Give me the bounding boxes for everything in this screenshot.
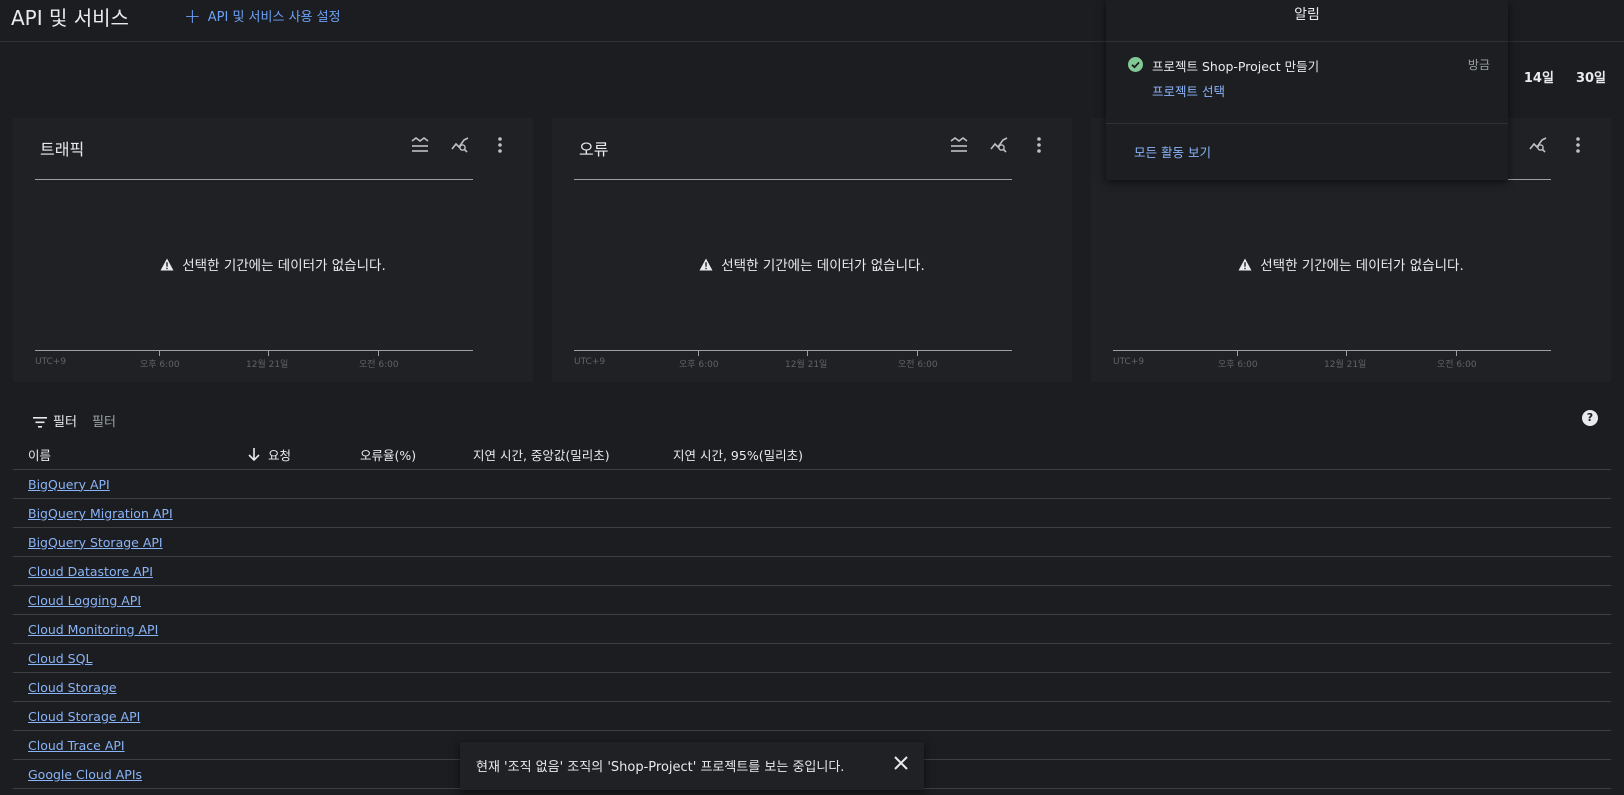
card-title: 트래픽 xyxy=(40,140,85,159)
api-link[interactable]: Cloud Datastore API xyxy=(13,564,153,579)
tick-label: 오전 6:00 xyxy=(1437,360,1477,370)
range-option-30d[interactable]: 30일 xyxy=(1576,67,1606,86)
tick-label: 12월 21일 xyxy=(246,360,289,370)
api-table: 이름 요청 오류율(%) 지연 시간, 중앙값(밀리초) 지연 시간, 95%(… xyxy=(13,440,1611,789)
notifications-title: 알림 xyxy=(1294,7,1320,23)
card-title: 오류 xyxy=(579,140,609,159)
api-link[interactable]: BigQuery API xyxy=(13,477,110,492)
more-options-icon[interactable] xyxy=(1028,134,1050,156)
legend-toggle-icon[interactable] xyxy=(409,134,431,156)
tick-label: UTC+9 xyxy=(1113,357,1145,367)
table-row: Cloud Storage API xyxy=(13,701,1611,731)
api-link[interactable]: Cloud SQL xyxy=(13,651,92,666)
notification-time: 방금 xyxy=(1467,58,1490,72)
more-options-icon[interactable] xyxy=(489,134,511,156)
tick-label: 오후 6:00 xyxy=(140,360,180,370)
filter-bar: 필터 필터 ? xyxy=(13,400,1611,440)
api-link[interactable]: Cloud Logging API xyxy=(13,593,141,608)
select-project-link[interactable]: 프로젝트 선택 xyxy=(1152,81,1225,100)
page-title: API 및 서비스 xyxy=(11,6,129,30)
api-link[interactable]: Cloud Trace API xyxy=(13,738,125,753)
more-options-icon[interactable] xyxy=(1567,134,1589,156)
sort-descending-icon xyxy=(248,448,260,464)
plus-icon: + xyxy=(184,3,201,28)
table-header-row: 이름 요청 오류율(%) 지연 시간, 중앙값(밀리초) 지연 시간, 95%(… xyxy=(13,440,1611,470)
view-all-activity-link[interactable]: 모든 활동 보기 xyxy=(1134,142,1211,161)
filter-input[interactable]: 필터 xyxy=(92,411,116,430)
x-axis xyxy=(1113,350,1551,351)
table-row: Cloud Datastore API xyxy=(13,556,1611,586)
table-row: Cloud Monitoring API xyxy=(13,614,1611,644)
api-link[interactable]: BigQuery Storage API xyxy=(13,535,163,550)
warning-icon xyxy=(160,258,174,270)
tick-label: 오전 6:00 xyxy=(898,360,938,370)
requests-header-label: 요청 xyxy=(268,447,292,463)
tick-label: 오전 6:00 xyxy=(359,360,399,370)
notification-text: 프로젝트 Shop-Project 만들기 xyxy=(1152,59,1320,74)
api-link[interactable]: Google Cloud APIs xyxy=(13,767,142,782)
range-option-14d[interactable]: 14일 xyxy=(1524,67,1554,86)
divider xyxy=(1106,123,1508,124)
tick-label: 12월 21일 xyxy=(1324,360,1367,370)
no-data-message: 선택한 기간에는 데이터가 없습니다. xyxy=(1091,254,1611,274)
enable-apis-button[interactable]: + API 및 서비스 사용 설정 xyxy=(184,3,341,28)
help-icon[interactable]: ? xyxy=(1582,410,1598,426)
table-row: BigQuery API xyxy=(13,469,1611,499)
column-header-name[interactable]: 이름 xyxy=(13,440,248,470)
no-data-message: 선택한 기간에는 데이터가 없습니다. xyxy=(13,254,533,274)
explore-chart-icon[interactable] xyxy=(988,134,1010,156)
tick-label: 12월 21일 xyxy=(785,360,828,370)
snackbar-message: 현재 '조직 없음' 조직의 'Shop-Project' 프로젝트를 보는 중… xyxy=(476,760,845,775)
column-header-requests[interactable]: 요청 xyxy=(248,440,360,470)
x-axis xyxy=(35,350,473,351)
table-row: Cloud Storage xyxy=(13,672,1611,702)
traffic-card: 트래픽 선택한 기간에는 데이터가 없습니다. UTC+9 오후 6:00 12… xyxy=(13,118,533,382)
tick-label: UTC+9 xyxy=(574,357,606,367)
filter-icon[interactable] xyxy=(33,413,47,432)
warning-icon xyxy=(699,258,713,270)
tick-label: UTC+9 xyxy=(35,357,67,367)
api-link[interactable]: Cloud Storage API xyxy=(13,709,140,724)
column-header-latency-median[interactable]: 지연 시간, 중앙값(밀리초) xyxy=(473,440,673,470)
x-axis xyxy=(574,350,1012,351)
api-link[interactable]: BigQuery Migration API xyxy=(13,506,173,521)
column-header-error-rate[interactable]: 오류율(%) xyxy=(360,440,473,470)
table-row: BigQuery Migration API xyxy=(13,498,1611,528)
api-link[interactable]: Cloud Monitoring API xyxy=(13,622,158,637)
column-header-latency-95[interactable]: 지연 시간, 95%(밀리초) xyxy=(673,440,1611,470)
filter-label[interactable]: 필터 xyxy=(53,411,77,430)
close-icon[interactable] xyxy=(894,755,908,774)
no-data-message: 선택한 기간에는 데이터가 없습니다. xyxy=(552,254,1072,274)
table-row: Cloud Logging API xyxy=(13,585,1611,615)
table-row: BigQuery Storage API xyxy=(13,527,1611,557)
explore-chart-icon[interactable] xyxy=(449,134,471,156)
enable-apis-label: API 및 서비스 사용 설정 xyxy=(207,10,341,25)
snackbar: 현재 '조직 없음' 조직의 'Shop-Project' 프로젝트를 보는 중… xyxy=(460,742,924,790)
divider xyxy=(1106,41,1508,42)
errors-card: 오류 선택한 기간에는 데이터가 없습니다. UTC+9 오후 6:00 12월… xyxy=(552,118,1072,382)
table-row: Cloud SQL xyxy=(13,643,1611,673)
tick-label: 오후 6:00 xyxy=(679,360,719,370)
api-link[interactable]: Cloud Storage xyxy=(13,680,117,695)
legend-toggle-icon[interactable] xyxy=(948,134,970,156)
success-check-icon xyxy=(1128,57,1143,76)
notifications-panel: 알림 프로젝트 Shop-Project 만들기 방금 프로젝트 선택 모든 활… xyxy=(1106,0,1508,180)
explore-chart-icon[interactable] xyxy=(1527,134,1549,156)
tick-label: 오후 6:00 xyxy=(1218,360,1258,370)
warning-icon xyxy=(1238,258,1252,270)
